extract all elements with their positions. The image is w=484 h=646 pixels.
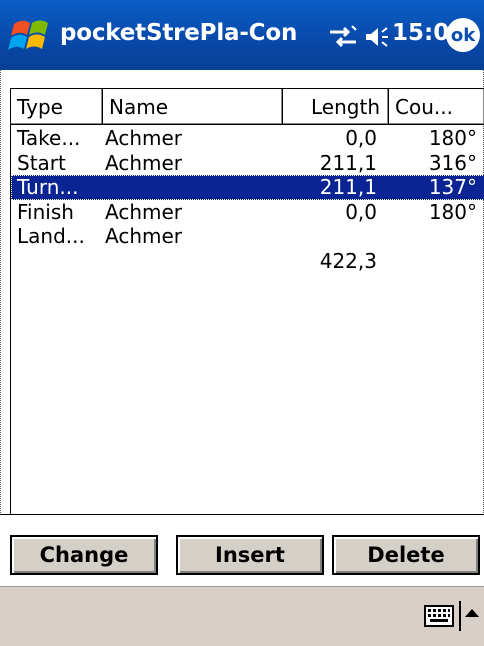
cell-length: 211,1 (319, 150, 377, 175)
cell-name: Achmer (105, 126, 183, 150)
windows-start-icon[interactable] (8, 14, 54, 58)
button-bar: Change Insert Delete (0, 514, 484, 587)
app-title: pocketStrePla-Con (60, 20, 298, 46)
waypoint-list[interactable]: Type Name Length Cou... Take... Achmer 0… (10, 88, 484, 515)
volume-icon[interactable] (364, 24, 390, 50)
ok-button[interactable]: ok (446, 18, 480, 52)
cell-course: 180° (428, 126, 477, 150)
list-row[interactable]: Start Achmer 211,1 316° (11, 151, 484, 176)
cell-length: 0,0 (345, 199, 377, 224)
cell-name: Achmer (105, 150, 183, 175)
change-button[interactable]: Change (10, 535, 158, 575)
keyboard-icon[interactable] (424, 605, 454, 627)
total-length: 422,3 (319, 249, 377, 273)
menu-bar (0, 586, 484, 646)
column-header-type[interactable]: Type (11, 89, 103, 125)
arrow-up-icon[interactable] (465, 609, 479, 617)
cell-course: 180° (428, 199, 477, 224)
menu-separator (459, 601, 461, 631)
cell-type: Finish (17, 199, 74, 224)
list-row[interactable]: Finish Achmer 0,0 180° (11, 200, 484, 225)
cell-course: 137° (428, 175, 477, 199)
cell-length: 0,0 (345, 126, 377, 150)
list-rows: Take... Achmer 0,0 180° Start Achmer 211… (11, 126, 484, 249)
cell-type: Turn... (17, 175, 79, 199)
cell-name: Achmer (105, 199, 183, 224)
column-header-name[interactable]: Name (103, 89, 283, 125)
cell-type: Land... (17, 224, 85, 248)
cell-type: Take... (17, 126, 81, 150)
list-row[interactable]: Take... Achmer 0,0 180° (11, 126, 484, 151)
column-header-length[interactable]: Length (283, 89, 389, 125)
column-header-course[interactable]: Cou... (389, 89, 484, 125)
insert-button[interactable]: Insert (176, 535, 324, 575)
cell-name: Achmer (105, 224, 183, 248)
list-row-selected[interactable]: Turn... 211,1 137° (11, 175, 484, 200)
list-row[interactable]: Land... Achmer (11, 224, 484, 249)
cell-course: 316° (428, 150, 477, 175)
cell-type: Start (17, 150, 66, 175)
cell-length: 211,1 (319, 175, 377, 199)
delete-button[interactable]: Delete (332, 535, 480, 575)
connectivity-icon[interactable] (326, 24, 360, 50)
title-bar: pocketStrePla-Con 15:06 ok (0, 0, 484, 70)
